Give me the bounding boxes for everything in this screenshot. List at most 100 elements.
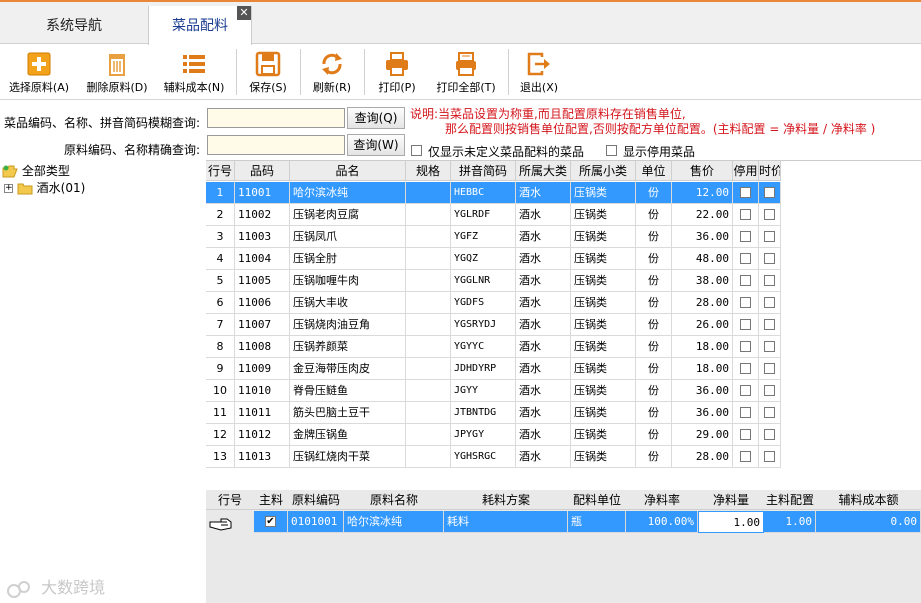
market-price-checkbox[interactable] — [764, 230, 775, 242]
fuzzy-search-input[interactable] — [207, 108, 345, 128]
table-cell[interactable] — [406, 248, 451, 270]
table-cell[interactable]: YGDFS — [451, 292, 516, 314]
table-cell[interactable]: 7 — [206, 314, 235, 336]
table-cell[interactable] — [406, 314, 451, 336]
table-cell[interactable]: 11001 — [235, 182, 290, 204]
close-icon[interactable]: ✕ — [237, 6, 251, 20]
disabled-checkbox[interactable] — [740, 208, 751, 220]
disabled-checkbox[interactable] — [740, 406, 751, 418]
table-cell[interactable]: 8 — [206, 336, 235, 358]
table-cell[interactable]: 压锅大丰收 — [290, 292, 406, 314]
market-price-checkbox[interactable] — [764, 186, 775, 198]
table-cell[interactable]: YGFZ — [451, 226, 516, 248]
table-cell[interactable]: 压锅类 — [571, 182, 636, 204]
table-cell[interactable]: 压锅红烧肉干菜 — [290, 446, 406, 468]
ingredient-column-header[interactable]: 配料单位 — [568, 490, 626, 510]
disabled-checkbox[interactable] — [740, 428, 751, 440]
disabled-checkbox[interactable] — [740, 340, 751, 352]
refresh-button[interactable]: 刷新(R) — [306, 45, 358, 100]
table-cell[interactable]: 11013 — [235, 446, 290, 468]
table-cell[interactable]: 压锅类 — [571, 248, 636, 270]
table-cell[interactable]: 28.00 — [672, 292, 733, 314]
table-cell[interactable]: YGYYC — [451, 336, 516, 358]
table-cell[interactable]: 9 — [206, 358, 235, 380]
table-cell[interactable]: 酒水 — [516, 336, 571, 358]
table-cell[interactable]: 11006 — [235, 292, 290, 314]
table-cell[interactable]: 份 — [636, 380, 672, 402]
table-cell[interactable]: 38.00 — [672, 270, 733, 292]
table-cell[interactable]: 12.00 — [672, 182, 733, 204]
table-cell[interactable]: 份 — [636, 314, 672, 336]
table-cell[interactable]: 11007 — [235, 314, 290, 336]
table-cell[interactable]: 5 — [206, 270, 235, 292]
market-price-checkbox[interactable] — [764, 428, 775, 440]
ingredient-cell[interactable]: 耗料 — [444, 511, 568, 533]
market-price-checkbox[interactable] — [764, 406, 775, 418]
table-cell[interactable]: 压锅类 — [571, 314, 636, 336]
disabled-checkbox[interactable] — [740, 186, 751, 198]
column-header[interactable]: 售价 — [672, 161, 733, 181]
table-cell[interactable]: YGGLNR — [451, 270, 516, 292]
table-cell[interactable]: 12 — [206, 424, 235, 446]
table-cell[interactable]: 压锅类 — [571, 402, 636, 424]
table-cell[interactable] — [406, 446, 451, 468]
table-cell[interactable]: 酒水 — [516, 270, 571, 292]
table-cell[interactable]: 18.00 — [672, 336, 733, 358]
table-cell[interactable]: 26.00 — [672, 314, 733, 336]
table-cell[interactable] — [406, 336, 451, 358]
table-cell[interactable]: YGLRDF — [451, 204, 516, 226]
market-price-checkbox[interactable] — [764, 362, 775, 374]
table-cell[interactable]: YGHSRGC — [451, 446, 516, 468]
table-cell[interactable]: 11009 — [235, 358, 290, 380]
disabled-checkbox[interactable] — [740, 296, 751, 308]
save-button[interactable]: 保存(S) — [242, 45, 294, 100]
table-cell[interactable]: 6 — [206, 292, 235, 314]
disabled-checkbox[interactable] — [740, 384, 751, 396]
tree-node-drinks[interactable]: + 酒水(01) — [4, 179, 85, 196]
table-cell[interactable]: 28.00 — [672, 446, 733, 468]
table-cell[interactable]: 酒水 — [516, 182, 571, 204]
table-cell[interactable]: 2 — [206, 204, 235, 226]
ingredient-column-header[interactable]: 耗料方案 — [444, 490, 568, 510]
table-cell[interactable]: 份 — [636, 402, 672, 424]
table-cell[interactable]: 金牌压锅鱼 — [290, 424, 406, 446]
table-cell[interactable] — [406, 358, 451, 380]
column-header[interactable]: 行号 — [206, 161, 235, 181]
table-cell[interactable]: 3 — [206, 226, 235, 248]
table-cell[interactable]: 11003 — [235, 226, 290, 248]
table-cell[interactable]: 压锅凤爪 — [290, 226, 406, 248]
tab-system-navigation[interactable]: 系统导航 — [0, 6, 148, 46]
table-cell[interactable]: YGQZ — [451, 248, 516, 270]
main-ingredient-checkbox[interactable]: ✔ — [265, 515, 276, 527]
column-header[interactable]: 规格 — [406, 161, 451, 181]
table-cell[interactable]: 酒水 — [516, 248, 571, 270]
table-cell[interactable]: JGYY — [451, 380, 516, 402]
column-header[interactable]: 品码 — [235, 161, 290, 181]
table-cell[interactable]: 13 — [206, 446, 235, 468]
table-cell[interactable]: 酒水 — [516, 446, 571, 468]
column-header[interactable]: 单位 — [636, 161, 672, 181]
table-cell[interactable]: 压锅类 — [571, 292, 636, 314]
table-cell[interactable] — [406, 292, 451, 314]
exact-search-input[interactable] — [207, 135, 345, 155]
table-cell[interactable]: 18.00 — [672, 358, 733, 380]
column-header[interactable]: 停用 — [733, 161, 759, 181]
table-cell[interactable]: 酒水 — [516, 204, 571, 226]
table-cell[interactable]: 36.00 — [672, 402, 733, 424]
table-cell[interactable]: JPYGY — [451, 424, 516, 446]
table-cell[interactable]: 11008 — [235, 336, 290, 358]
column-header[interactable]: 时价 — [759, 161, 781, 181]
market-price-checkbox[interactable] — [764, 208, 775, 220]
ingredient-column-header[interactable]: 主料配置 — [764, 490, 816, 510]
table-cell[interactable]: 份 — [636, 424, 672, 446]
table-cell[interactable]: 酒水 — [516, 380, 571, 402]
table-cell[interactable]: JDHDYRP — [451, 358, 516, 380]
table-cell[interactable]: 压锅烧肉油豆角 — [290, 314, 406, 336]
query-q-button[interactable]: 查询(Q) — [347, 107, 405, 129]
table-cell[interactable]: 金豆海带压肉皮 — [290, 358, 406, 380]
table-cell[interactable]: 份 — [636, 292, 672, 314]
ingredient-cell[interactable]: 1.00 — [764, 511, 816, 533]
select-ingredient-button[interactable]: 选择原料(A) — [4, 45, 74, 100]
disabled-checkbox[interactable] — [740, 252, 751, 264]
table-cell[interactable]: 11011 — [235, 402, 290, 424]
